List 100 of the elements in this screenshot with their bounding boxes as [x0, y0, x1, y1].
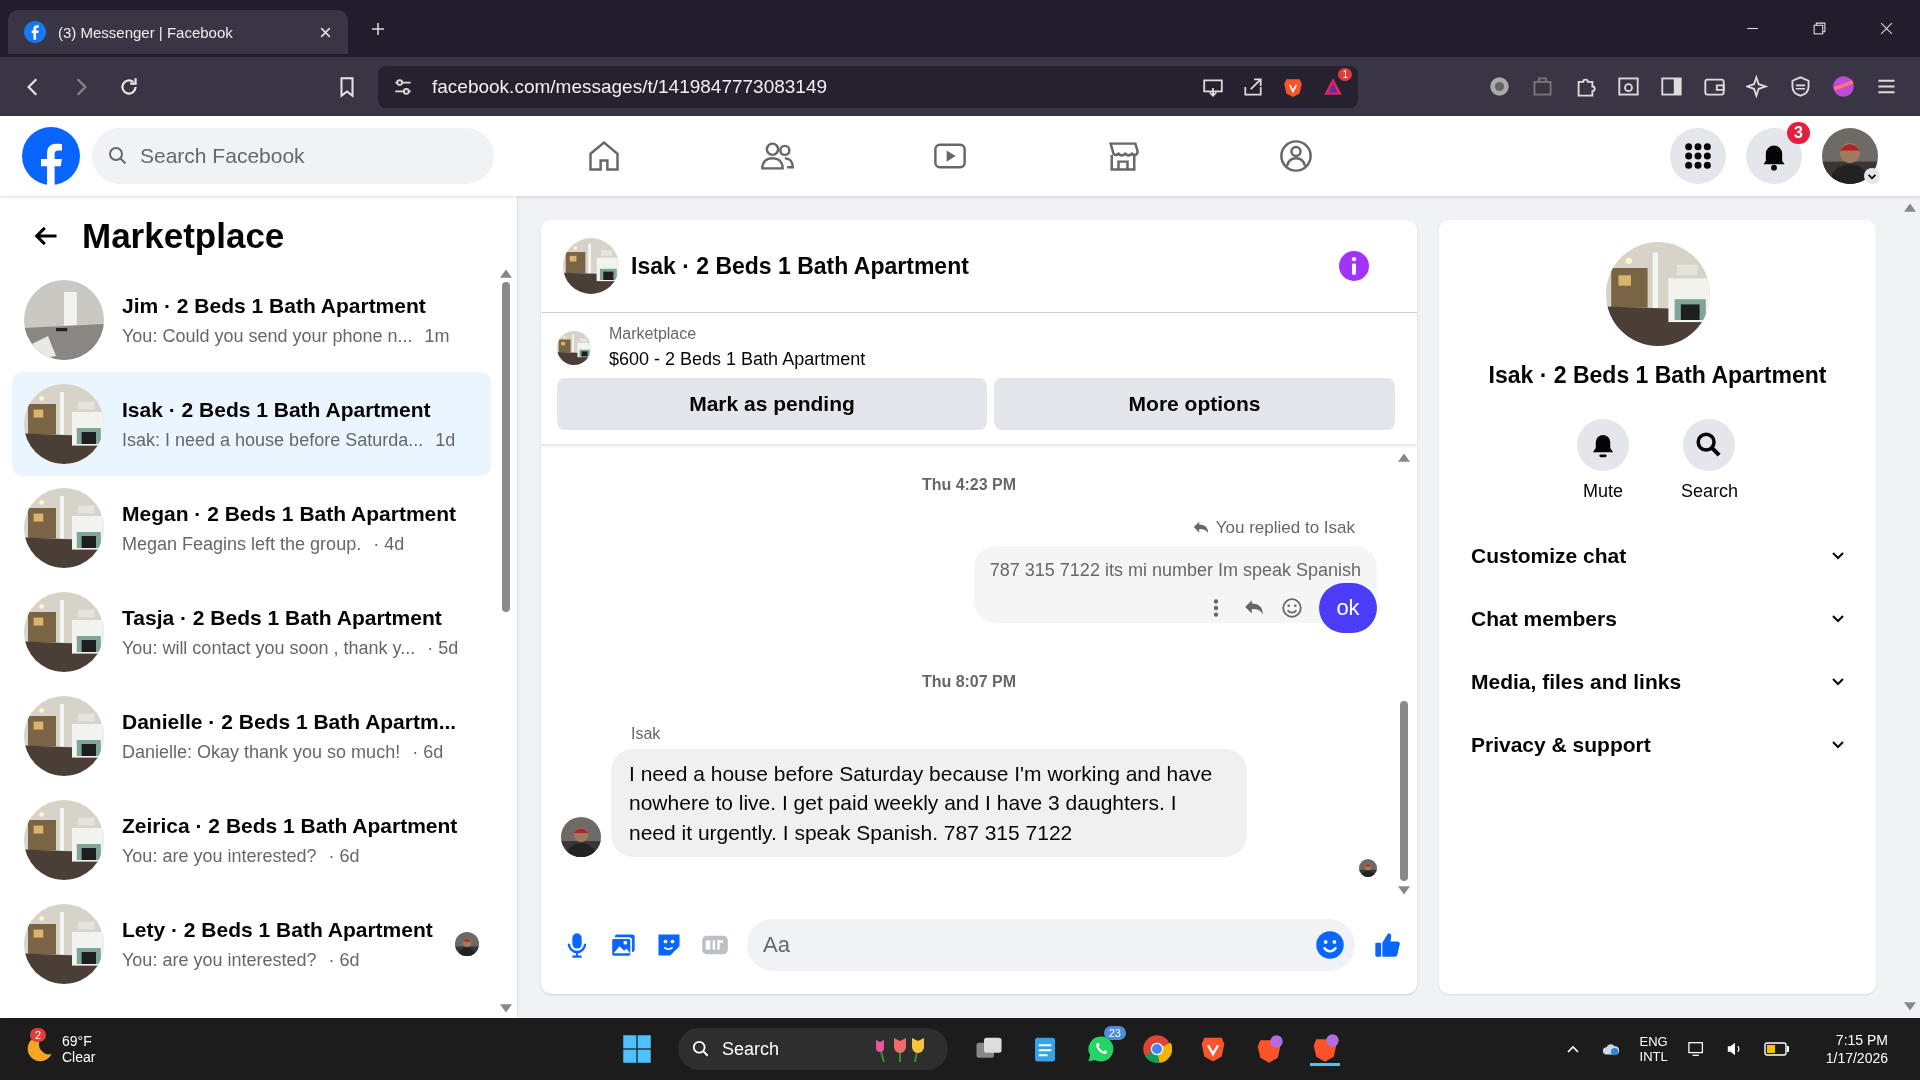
section-header[interactable]: Privacy & support [1459, 713, 1856, 776]
search-bar[interactable]: Search Facebook [92, 128, 494, 184]
timestamp: · 6d [412, 741, 444, 763]
chat-title: Isak · 2 Beds 1 Bath Apartment [631, 252, 969, 280]
message-preview: Isak: I need a house before Saturda... [122, 429, 424, 451]
windows-start-icon[interactable] [622, 1034, 652, 1064]
timestamp: · 5d [427, 637, 459, 659]
conversation-title: Megan · 2 Beds 1 Bath Apartment [122, 501, 457, 526]
conversation-item[interactable]: Danielle · 2 Beds 1 Bath Apartm... Danielle: Okay thank you so much! · 6d [12, 684, 491, 788]
notification-badge: 23 [1103, 1026, 1126, 1040]
facebook-logo-icon [24, 21, 46, 43]
chrome-icon[interactable] [1142, 1034, 1172, 1064]
scroll-up-icon[interactable] [1904, 202, 1916, 212]
scroll-down-icon[interactable] [500, 1004, 512, 1014]
clock-date[interactable]: 1/17/2026 [1825, 1050, 1888, 1066]
conversation-title: Danielle · 2 Beds 1 Bath Apartm... [122, 709, 457, 734]
conversation-item[interactable]: Isak · 2 Beds 1 Bath Apartment Isak: I need a house before Saturda... 1d [12, 372, 491, 476]
apps-menu-icon[interactable] [1670, 128, 1726, 184]
close-icon[interactable] [1879, 21, 1894, 36]
address-bar[interactable]: facebook.com/messages/t/1419847773083149 1 [378, 65, 1358, 108]
timestamp: · 6d [328, 949, 360, 971]
conversation-title: Zeirica · 2 Beds 1 Bath Apartment [122, 813, 458, 838]
conversation-item[interactable]: Megan · 2 Beds 1 Bath Apartment Megan Feagins left the group. · 4d [12, 476, 491, 580]
conversation-item[interactable]: Tasja · 2 Beds 1 Bath Apartment You: will contact you soon , thank y... · 5d [12, 580, 491, 684]
timestamp: · 4d [373, 533, 405, 555]
section-header[interactable]: Chat members [1459, 587, 1856, 650]
conversation-item[interactable]: Zeirica · 2 Beds 1 Bath Apartment You: are you interested? · 6d [12, 788, 491, 892]
screenshot-icon[interactable] [1617, 75, 1640, 98]
quick-reply-button[interactable]: ok [1319, 583, 1377, 633]
scrollbar-thumb[interactable] [502, 282, 510, 612]
briefcase-icon[interactable] [1531, 75, 1554, 98]
search-field[interactable]: Search Facebook [138, 143, 478, 169]
message-timestamp: Thu 4:23 PM [921, 476, 1017, 494]
facebook-logo-icon[interactable] [22, 127, 80, 185]
thumbs-up-icon[interactable] [1373, 931, 1401, 959]
listing-title: $600 - 2 Beds 1 Bath Apartment [609, 349, 866, 370]
restore-icon[interactable] [1812, 21, 1827, 36]
gradient-circle-icon[interactable] [1832, 75, 1855, 98]
message-timestamp: Thu 8:07 PM [921, 673, 1017, 691]
listing-label: Marketplace [609, 325, 698, 343]
scroll-up-icon[interactable] [1398, 452, 1410, 462]
message-preview: You: are you interested? [122, 949, 317, 971]
sparkle-icon[interactable] [1746, 75, 1769, 98]
search-icon[interactable] [1683, 419, 1736, 471]
scroll-down-icon[interactable] [1398, 886, 1410, 896]
sender-name: Isak [631, 725, 662, 743]
conversation-title: Jim · 2 Beds 1 Bath Apartment [122, 293, 427, 318]
reload-icon[interactable] [118, 75, 140, 98]
scrollbar-thumb[interactable] [1400, 701, 1408, 881]
action-button[interactable]: More options [994, 378, 1395, 430]
close-icon[interactable] [319, 25, 332, 39]
search-field[interactable]: Search [720, 1037, 864, 1061]
language-code[interactable]: ENG [1639, 1034, 1668, 1049]
home-icon[interactable] [586, 138, 622, 174]
scroll-up-icon[interactable] [500, 268, 512, 278]
search-icon [108, 146, 128, 166]
scroll-down-icon[interactable] [1904, 1002, 1916, 1012]
bell-icon[interactable] [1746, 128, 1802, 184]
plus-icon[interactable] [370, 20, 386, 37]
scrollbar[interactable] [1397, 452, 1411, 896]
timestamp: 1d [435, 429, 456, 451]
sidebar-icon[interactable] [1660, 75, 1683, 98]
circle-icon[interactable] [1488, 75, 1511, 98]
shield-icon[interactable] [1789, 75, 1812, 98]
browser-tab[interactable]: (3) Messenger | Facebook [8, 10, 348, 54]
scrollbar[interactable] [499, 268, 513, 1014]
battery-icon[interactable] [1763, 1042, 1790, 1056]
caret-icon[interactable] [1864, 168, 1880, 184]
sidebar-title: Marketplace [82, 216, 285, 256]
notification-badge: 2 [30, 1028, 47, 1042]
conversation-title: Isak · 2 Beds 1 Bath Apartment [122, 397, 432, 422]
message-preview: You: are you interested? [122, 845, 317, 867]
conversation-item[interactable]: Lety · 2 Beds 1 Bath Apartment You: are you interested? · 6d [12, 892, 491, 996]
section-header[interactable]: Media, files and links [1459, 650, 1856, 713]
message-preview: Megan Feagins left the group. [122, 533, 362, 555]
message-preview: You: Could you send your phone n... [122, 325, 413, 347]
weather-condition: Clear [62, 1049, 96, 1065]
action-label: Mute [1582, 481, 1623, 502]
search-icon [692, 1040, 710, 1058]
section-header[interactable]: Customize chat [1459, 524, 1856, 587]
reply-note: You replied to Isak [1215, 518, 1355, 538]
message-preview: You: will contact you soon , thank y... [122, 637, 416, 659]
keyboard-layout[interactable]: INTL [1639, 1049, 1668, 1064]
timestamp: · 6d [328, 845, 360, 867]
bell-icon[interactable] [1576, 419, 1629, 471]
cloud-icon[interactable] [1601, 1041, 1620, 1057]
url-text: facebook.com/messages/t/1419847773083149 [432, 75, 828, 98]
temperature: 69°F [62, 1033, 93, 1049]
smiley-icon[interactable] [1281, 597, 1303, 619]
conversation-item[interactable]: Jim · 2 Beds 1 Bath Apartment You: Could you send your phone n... 1m [12, 268, 491, 372]
info-icon[interactable] [1339, 251, 1369, 281]
action-button[interactable]: Mark as pending [557, 378, 987, 430]
monitor-icon[interactable] [1687, 1041, 1706, 1057]
share-icon[interactable] [1242, 75, 1264, 98]
clock-time[interactable]: 7:15 PM [1835, 1032, 1888, 1048]
groups-icon[interactable] [1278, 138, 1314, 174]
smiley-icon[interactable] [1315, 930, 1345, 960]
timestamp: 1m [424, 325, 450, 347]
message-preview: Danielle: Okay thank you so much! [122, 741, 401, 763]
taskbar-search-bar[interactable]: Search [678, 1028, 948, 1070]
